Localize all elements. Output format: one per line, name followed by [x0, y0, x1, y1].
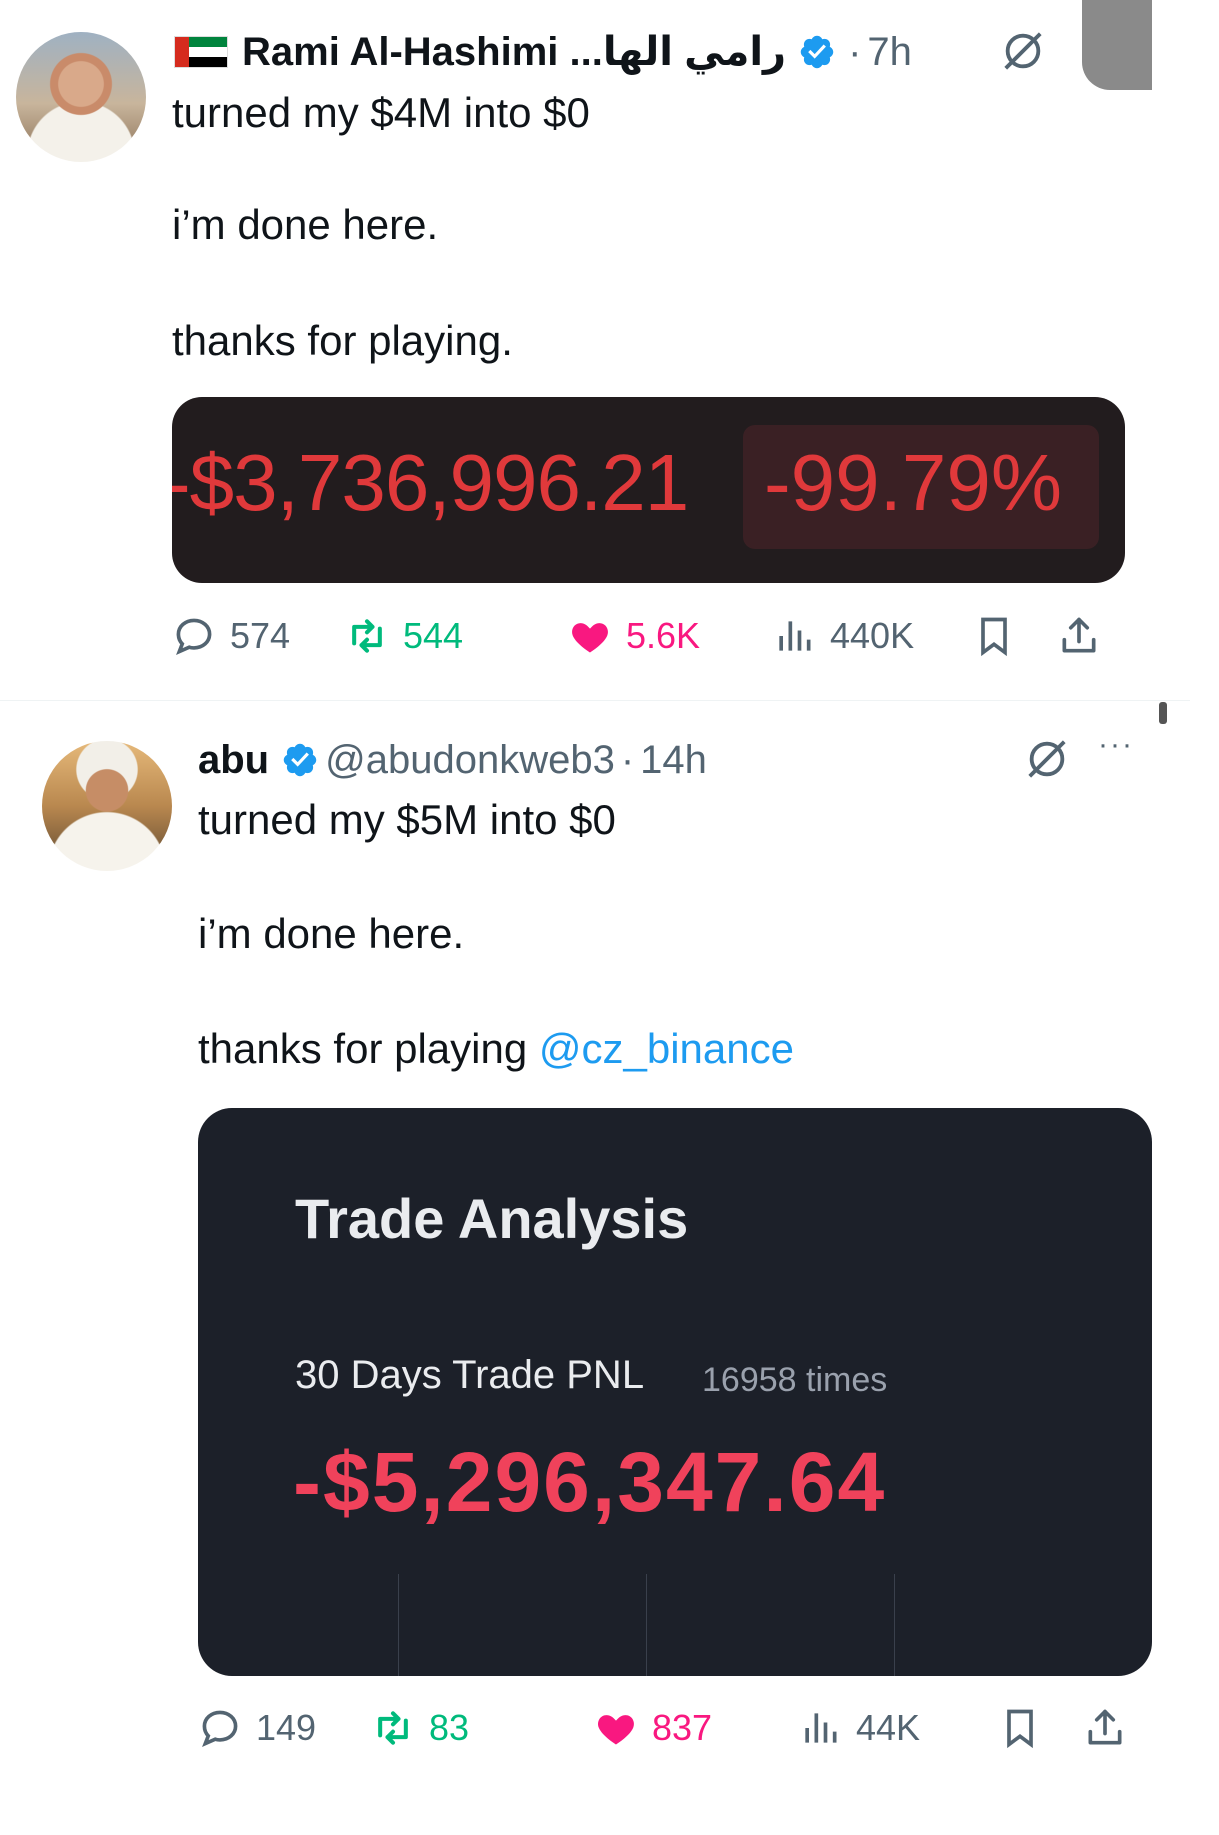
- bookmark-button[interactable]: [998, 1706, 1042, 1750]
- tweet-text-line: i’m done here.: [198, 910, 465, 957]
- tweet-text-line: i’m done here.: [172, 201, 439, 248]
- tweet-abu[interactable]: abu @abudonkweb3 · 14h ··· turned my $5M…: [0, 700, 1219, 1835]
- heart-icon: [572, 623, 608, 653]
- bookmark-icon: [1007, 1709, 1033, 1749]
- tweet-text-line: turned my $5M into $0: [198, 796, 616, 843]
- pnl-label: 30 Days Trade PNL: [295, 1353, 645, 1397]
- repost-button[interactable]: 544: [345, 614, 463, 658]
- reply-button[interactable]: 149: [198, 1706, 316, 1750]
- like-count: 837: [652, 1707, 713, 1748]
- tweet-header: abu @abudonkweb3 · 14h: [198, 732, 707, 788]
- share-button[interactable]: [1057, 614, 1101, 658]
- screenshot: Rami Al-Hashimi ...رامي الها · 7h turned…: [0, 0, 1219, 1835]
- repost-button[interactable]: 83: [371, 1706, 469, 1750]
- separator-dot: ·: [620, 737, 635, 782]
- divider: [398, 1574, 399, 1676]
- pnl-value: -$5,296,347.64: [293, 1435, 887, 1529]
- overlay-tab: [1082, 0, 1152, 90]
- verified-badge-icon: [283, 743, 317, 777]
- mention-link[interactable]: @cz_binance: [539, 1025, 794, 1072]
- grok-icon[interactable]: [1000, 28, 1046, 74]
- trade-analysis-title: Trade Analysis: [295, 1187, 689, 1250]
- pnl-amount: -$3,736,996.21: [172, 438, 689, 527]
- display-name[interactable]: abu: [198, 738, 269, 783]
- share-button[interactable]: [1083, 1706, 1127, 1750]
- grok-icon[interactable]: [1024, 736, 1070, 782]
- separator-dot: ·: [848, 29, 862, 74]
- views-chart-icon: [779, 621, 811, 651]
- pnl-image[interactable]: -$3,736,996.21 -99.79%: [172, 397, 1125, 583]
- trade-count: 16958 times: [702, 1361, 888, 1399]
- tweet-text: thanks for playing: [198, 1025, 539, 1072]
- tweet-rami[interactable]: Rami Al-Hashimi ...رامي الها · 7h turned…: [0, 0, 1219, 700]
- tweet-text-line: turned my $4M into $0: [172, 89, 590, 136]
- repost-icon: [352, 619, 382, 653]
- reply-count: 574: [230, 615, 291, 656]
- tweet-text-line: thanks for playing @cz_binance: [198, 1020, 794, 1078]
- like-button[interactable]: 837: [594, 1706, 712, 1750]
- views-button[interactable]: 44K: [798, 1706, 920, 1750]
- bookmark-icon: [981, 617, 1007, 657]
- avatar[interactable]: [16, 32, 146, 162]
- views-button[interactable]: 440K: [772, 614, 914, 658]
- reply-button[interactable]: 574: [172, 614, 290, 658]
- repost-count: 544: [403, 615, 464, 656]
- heart-icon: [598, 1715, 634, 1745]
- view-count: 44K: [856, 1707, 921, 1748]
- views-chart-icon: [805, 1713, 837, 1743]
- like-count: 5.6K: [626, 615, 701, 656]
- pnl-percent: -99.79%: [764, 438, 1062, 527]
- reply-count: 149: [256, 1707, 317, 1748]
- divider: [894, 1574, 895, 1676]
- uae-flag-icon: [174, 36, 228, 68]
- display-name[interactable]: Rami Al-Hashimi ...رامي الها: [242, 29, 786, 75]
- bookmark-button[interactable]: [972, 614, 1016, 658]
- share-icon: [1062, 617, 1096, 653]
- repost-count: 83: [429, 1707, 470, 1748]
- tweet-header: Rami Al-Hashimi ...رامي الها · 7h: [174, 24, 912, 80]
- timestamp[interactable]: 7h: [867, 30, 912, 75]
- more-options-icon[interactable]: ···: [1098, 728, 1134, 762]
- reply-icon: [176, 618, 212, 656]
- timestamp[interactable]: 14h: [640, 738, 707, 783]
- view-count: 440K: [830, 615, 915, 656]
- avatar[interactable]: [42, 741, 172, 871]
- reply-icon: [202, 1710, 238, 1748]
- handle[interactable]: @abudonkweb3: [325, 738, 615, 783]
- repost-icon: [378, 1711, 408, 1745]
- share-icon: [1088, 1709, 1122, 1745]
- tweet-text-line: thanks for playing.: [172, 317, 513, 364]
- divider: [646, 1574, 647, 1676]
- like-button[interactable]: 5.6K: [568, 614, 700, 658]
- verified-badge-icon: [800, 35, 834, 69]
- trade-analysis-image[interactable]: Trade Analysis 30 Days Trade PNL 16958 t…: [198, 1108, 1152, 1676]
